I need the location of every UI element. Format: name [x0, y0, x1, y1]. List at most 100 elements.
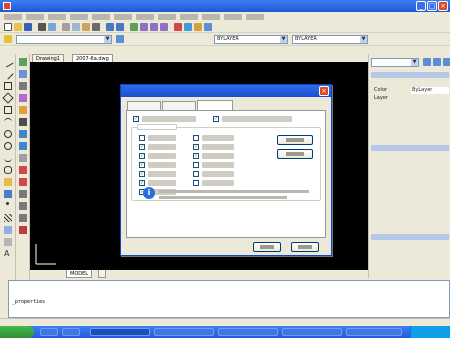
- make-current-layer-icon[interactable]: [116, 35, 124, 43]
- property-row[interactable]: [371, 200, 449, 207]
- checkbox[interactable]: [193, 162, 199, 168]
- zoom-window-icon[interactable]: [150, 23, 158, 31]
- drawing-tab[interactable]: 2007-6a.dwg: [72, 54, 113, 62]
- multiline-text-icon[interactable]: A: [4, 250, 12, 258]
- dialog-close-button[interactable]: ×: [319, 86, 329, 96]
- rotate-icon[interactable]: [19, 130, 27, 138]
- linetype-dropdown[interactable]: BYLAYER ▼: [292, 35, 368, 44]
- select-all-button[interactable]: [277, 135, 313, 145]
- property-row[interactable]: [371, 160, 449, 167]
- menu-item[interactable]: [202, 14, 220, 20]
- tool-palettes-icon[interactable]: [194, 23, 202, 31]
- menu-item[interactable]: [224, 14, 242, 20]
- copy-icon[interactable]: [72, 23, 80, 31]
- property-row[interactable]: [371, 111, 449, 118]
- toggle-pickadd-icon[interactable]: [423, 58, 431, 66]
- zoom-previous-icon[interactable]: [160, 23, 168, 31]
- properties-icon[interactable]: [174, 23, 182, 31]
- category-geometry[interactable]: [371, 234, 449, 240]
- arc-icon[interactable]: [4, 118, 12, 126]
- point-icon[interactable]: [6, 202, 9, 205]
- erase-icon[interactable]: [19, 58, 27, 66]
- new-file-icon[interactable]: [4, 23, 12, 31]
- color-dropdown[interactable]: BYLAYER ▼: [214, 35, 288, 44]
- property-row[interactable]: Color ByLayer: [371, 87, 449, 94]
- dialog-tab[interactable]: [162, 101, 196, 110]
- cut-icon[interactable]: [62, 23, 70, 31]
- cancel-button[interactable]: [291, 242, 319, 252]
- minimize-button[interactable]: _: [416, 1, 426, 11]
- break-icon[interactable]: [19, 190, 27, 198]
- menu-item[interactable]: [70, 14, 88, 20]
- polyline-icon[interactable]: [4, 82, 12, 90]
- clear-all-button[interactable]: [277, 149, 313, 159]
- category-general[interactable]: [371, 72, 449, 78]
- line-icon[interactable]: [2, 56, 14, 68]
- selection-dropdown[interactable]: ▼: [371, 58, 419, 67]
- checkbox[interactable]: ✓: [213, 116, 219, 122]
- redo-icon[interactable]: [116, 23, 124, 31]
- construction-line-icon[interactable]: [2, 68, 14, 80]
- property-row[interactable]: [371, 192, 449, 199]
- property-row[interactable]: [371, 257, 449, 264]
- checkbox[interactable]: ✓: [139, 153, 145, 159]
- property-row[interactable]: [371, 208, 449, 215]
- property-row[interactable]: [371, 119, 449, 126]
- layer-manager-icon[interactable]: [4, 35, 12, 43]
- quick-launch-icon[interactable]: [40, 328, 58, 336]
- quick-select-icon[interactable]: [443, 58, 450, 66]
- menu-item[interactable]: [4, 14, 22, 20]
- polygon-icon[interactable]: [2, 92, 14, 104]
- undo-icon[interactable]: [106, 23, 114, 31]
- tab-model[interactable]: MODEL: [66, 270, 93, 278]
- menu-item[interactable]: [92, 14, 110, 20]
- drawing-tab[interactable]: Drawing1: [32, 54, 64, 62]
- dialog-tab[interactable]: [127, 101, 161, 110]
- checkbox[interactable]: [193, 171, 199, 177]
- pan-icon[interactable]: [130, 23, 138, 31]
- menu-item[interactable]: [48, 14, 66, 20]
- property-row[interactable]: [371, 216, 449, 223]
- checkbox[interactable]: ✓: [139, 180, 145, 186]
- print-icon[interactable]: [38, 23, 46, 31]
- checkbox[interactable]: [193, 180, 199, 186]
- save-icon[interactable]: [24, 23, 32, 31]
- property-row[interactable]: [371, 127, 449, 134]
- menu-item[interactable]: [246, 14, 264, 20]
- explode-icon[interactable]: [19, 226, 27, 234]
- checkbox[interactable]: [139, 135, 145, 141]
- category-text[interactable]: [371, 145, 449, 151]
- mirror-icon[interactable]: [19, 82, 27, 90]
- region-icon[interactable]: [4, 226, 12, 234]
- property-row[interactable]: Layer: [371, 95, 449, 102]
- fillet-icon[interactable]: [19, 214, 27, 222]
- help-icon[interactable]: [204, 23, 212, 31]
- trim-icon[interactable]: [19, 166, 27, 174]
- menu-item[interactable]: [180, 14, 198, 20]
- maximize-button[interactable]: □: [427, 1, 437, 11]
- menu-item[interactable]: [136, 14, 154, 20]
- select-objects-icon[interactable]: [433, 58, 441, 66]
- property-row[interactable]: [371, 152, 449, 159]
- property-row[interactable]: [371, 176, 449, 183]
- taskbar-app[interactable]: [346, 328, 402, 336]
- property-row[interactable]: [371, 135, 449, 142]
- zoom-realtime-icon[interactable]: [140, 23, 148, 31]
- match-properties-icon[interactable]: [92, 23, 100, 31]
- insert-block-icon[interactable]: [4, 178, 12, 186]
- make-block-icon[interactable]: [4, 190, 12, 198]
- design-center-icon[interactable]: [184, 23, 192, 31]
- open-folder-icon[interactable]: [14, 23, 22, 31]
- menu-item[interactable]: [114, 14, 132, 20]
- offset-icon[interactable]: [19, 94, 27, 102]
- taskbar-app[interactable]: [218, 328, 278, 336]
- spline-icon[interactable]: [4, 154, 12, 162]
- ellipse-icon[interactable]: [4, 166, 12, 174]
- taskbar-app[interactable]: [154, 328, 214, 336]
- start-button[interactable]: [0, 326, 34, 338]
- hatch-icon[interactable]: [4, 214, 12, 222]
- checkbox[interactable]: [193, 135, 199, 141]
- ok-button[interactable]: [253, 242, 281, 252]
- revision-cloud-icon[interactable]: [4, 142, 12, 150]
- circle-icon[interactable]: [4, 130, 12, 138]
